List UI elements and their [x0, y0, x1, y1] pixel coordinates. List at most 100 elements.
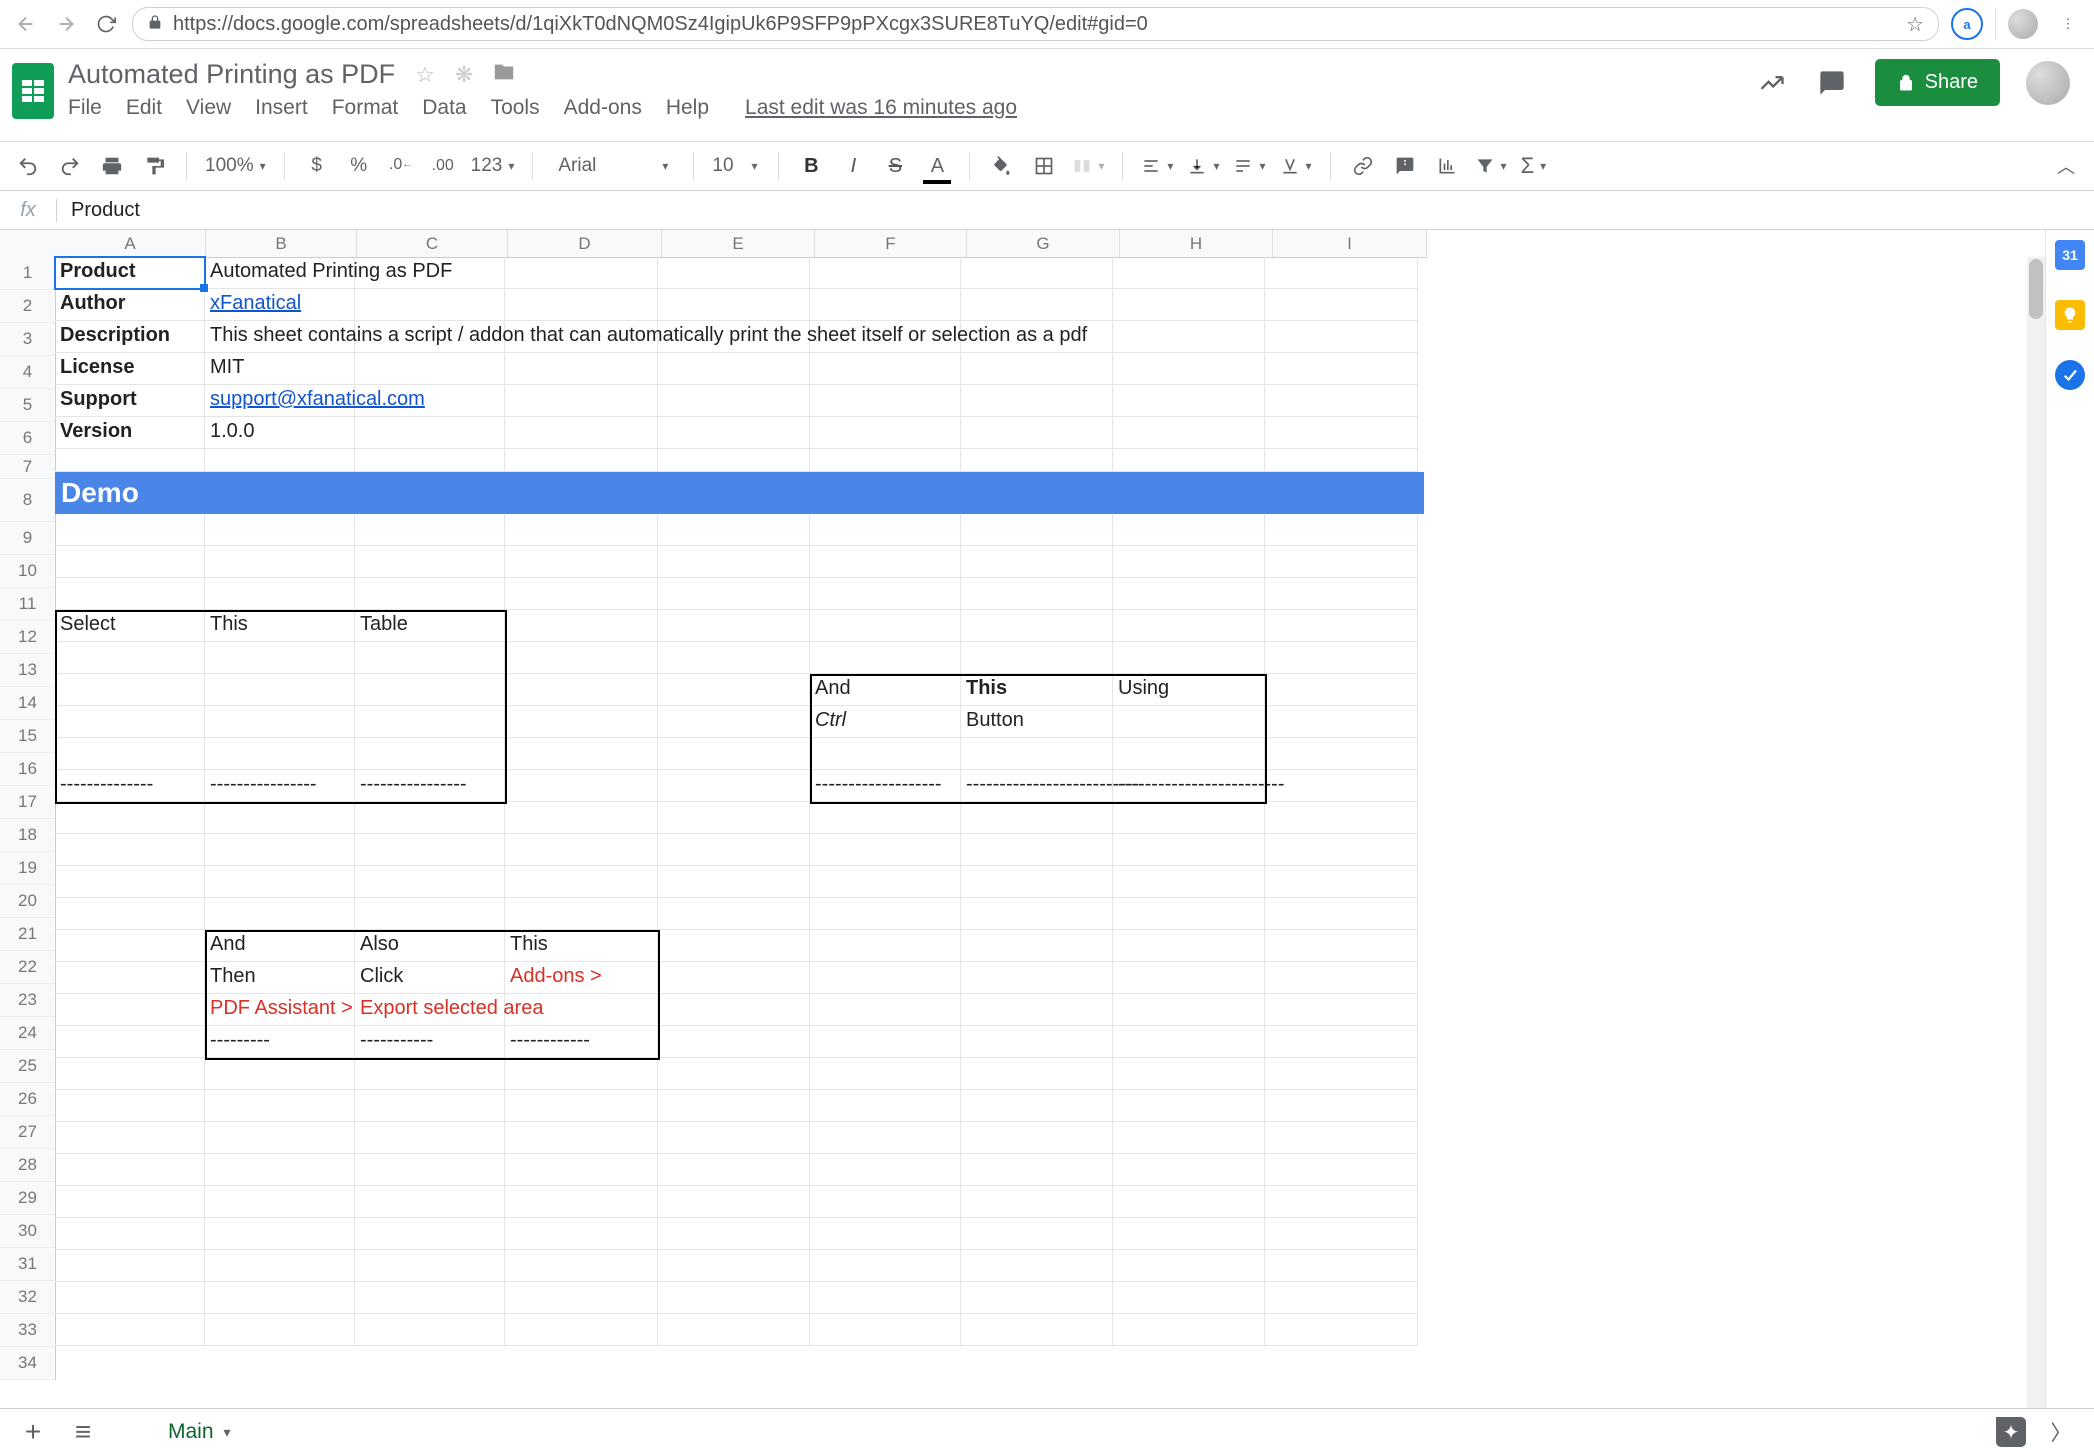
- cell-G15[interactable]: Button: [961, 706, 1123, 744]
- print-icon[interactable]: [98, 152, 126, 180]
- row-25[interactable]: 25: [0, 1050, 55, 1083]
- row-23[interactable]: 23: [0, 984, 55, 1017]
- cell-C12[interactable]: Table: [355, 610, 515, 648]
- cell-C17[interactable]: ----------------: [355, 770, 515, 808]
- profile-avatar[interactable]: [2008, 9, 2038, 39]
- cell-D25[interactable]: ------------: [505, 1026, 668, 1064]
- col-B[interactable]: B: [206, 230, 357, 257]
- row-21[interactable]: 21: [0, 918, 55, 951]
- row-19[interactable]: 19: [0, 852, 55, 885]
- undo-icon[interactable]: [14, 152, 42, 180]
- keep-icon[interactable]: [2055, 300, 2085, 330]
- menu-help[interactable]: Help: [666, 96, 709, 120]
- cell-B17[interactable]: ----------------: [205, 770, 365, 808]
- row-31[interactable]: 31: [0, 1248, 55, 1281]
- row-15[interactable]: 15: [0, 720, 55, 753]
- menu-data[interactable]: Data: [422, 96, 466, 120]
- omnibox[interactable]: https://docs.google.com/spreadsheets/d/1…: [132, 7, 1939, 41]
- row-10[interactable]: 10: [0, 555, 55, 588]
- demo-banner[interactable]: Demo: [55, 472, 1424, 514]
- star-icon[interactable]: ☆: [1906, 12, 1924, 37]
- side-panel-toggle-icon[interactable]: 〉: [2046, 1417, 2076, 1447]
- row-20[interactable]: 20: [0, 885, 55, 918]
- col-F[interactable]: F: [815, 230, 967, 257]
- activity-icon[interactable]: [1755, 66, 1789, 100]
- menu-tools[interactable]: Tools: [491, 96, 540, 120]
- user-avatar[interactable]: [2026, 61, 2070, 105]
- insert-link-icon[interactable]: [1349, 152, 1377, 180]
- row-32[interactable]: 32: [0, 1281, 55, 1314]
- menu-insert[interactable]: Insert: [255, 96, 308, 120]
- cell-A17[interactable]: --------------: [55, 770, 215, 808]
- cell-B25[interactable]: ---------: [205, 1026, 365, 1064]
- row-18[interactable]: 18: [0, 819, 55, 852]
- fill-color-icon[interactable]: [988, 152, 1016, 180]
- col-G[interactable]: G: [967, 230, 1120, 257]
- insert-chart-icon[interactable]: [1433, 152, 1461, 180]
- row-1[interactable]: 1: [0, 257, 55, 290]
- insert-comment-icon[interactable]: [1391, 152, 1419, 180]
- tasks-icon[interactable]: [2055, 360, 2085, 390]
- row-9[interactable]: 9: [0, 522, 55, 555]
- zoom-select[interactable]: 100%▾: [205, 155, 266, 177]
- filter-select[interactable]: ▾: [1475, 156, 1507, 176]
- sheets-logo[interactable]: [12, 63, 54, 119]
- vertical-scrollbar[interactable]: [2027, 257, 2045, 1408]
- reload-icon[interactable]: [92, 10, 120, 38]
- row-3[interactable]: 3: [0, 323, 55, 356]
- cell-B6[interactable]: 1.0.0: [205, 417, 365, 455]
- vertical-scroll-thumb[interactable]: [2029, 259, 2043, 319]
- row-33[interactable]: 33: [0, 1314, 55, 1347]
- comments-icon[interactable]: [1815, 66, 1849, 100]
- row-7[interactable]: 7: [0, 455, 55, 479]
- menu-file[interactable]: File: [68, 96, 102, 120]
- format-percent-icon[interactable]: %: [345, 152, 373, 180]
- text-rotation-select[interactable]: ▾: [1280, 156, 1312, 176]
- cell-H14[interactable]: Using: [1113, 674, 1275, 712]
- doc-title[interactable]: Automated Printing as PDF: [68, 59, 395, 90]
- row-12[interactable]: 12: [0, 621, 55, 654]
- merge-cells-select[interactable]: ▾: [1072, 156, 1104, 176]
- row-5[interactable]: 5: [0, 389, 55, 422]
- row-13[interactable]: 13: [0, 654, 55, 687]
- row-2[interactable]: 2: [0, 290, 55, 323]
- row-27[interactable]: 27: [0, 1116, 55, 1149]
- star-doc-icon[interactable]: ☆: [415, 62, 435, 88]
- format-more-select[interactable]: 123▾: [471, 155, 515, 177]
- move-folder-icon[interactable]: [493, 61, 515, 89]
- v-align-select[interactable]: ▾: [1187, 156, 1219, 176]
- italic-button[interactable]: I: [839, 152, 867, 180]
- redo-icon[interactable]: [56, 152, 84, 180]
- cell-F15[interactable]: Ctrl: [810, 706, 971, 744]
- decrease-decimal-icon[interactable]: .0←: [387, 152, 415, 180]
- row-26[interactable]: 26: [0, 1083, 55, 1116]
- forward-icon[interactable]: [52, 10, 80, 38]
- cell-C25[interactable]: -----------: [355, 1026, 515, 1064]
- menu-view[interactable]: View: [186, 96, 231, 120]
- menu-format[interactable]: Format: [332, 96, 399, 120]
- paint-format-icon[interactable]: [140, 152, 168, 180]
- fill-handle[interactable]: [200, 284, 208, 292]
- cell-F17[interactable]: -------------------: [810, 770, 971, 808]
- row-8[interactable]: 8: [0, 479, 55, 522]
- cell-A12[interactable]: Select: [55, 610, 215, 648]
- font-size-select[interactable]: 10▾: [712, 155, 760, 177]
- font-family-select[interactable]: Arial▾: [551, 154, 675, 178]
- all-sheets-button[interactable]: ≡: [68, 1417, 98, 1447]
- last-edit-link[interactable]: Last edit was 16 minutes ago: [745, 96, 1017, 120]
- bold-button[interactable]: B: [797, 152, 825, 180]
- calendar-icon[interactable]: 31: [2055, 240, 2085, 270]
- extension-badge[interactable]: a: [1951, 8, 1983, 40]
- menu-edit[interactable]: Edit: [126, 96, 162, 120]
- text-color-button[interactable]: A: [923, 152, 951, 180]
- strikethrough-button[interactable]: S: [881, 152, 909, 180]
- col-C[interactable]: C: [357, 230, 508, 257]
- spreadsheet-grid[interactable]: A B C D E F G H I 1234567891011121314151…: [0, 230, 2046, 1408]
- row-4[interactable]: 4: [0, 356, 55, 389]
- chrome-menu-icon[interactable]: ⋮: [2054, 10, 2082, 38]
- row-22[interactable]: 22: [0, 951, 55, 984]
- col-H[interactable]: H: [1120, 230, 1273, 257]
- share-button[interactable]: Share: [1875, 59, 2000, 106]
- select-all-corner[interactable]: [0, 230, 56, 258]
- row-28[interactable]: 28: [0, 1149, 55, 1182]
